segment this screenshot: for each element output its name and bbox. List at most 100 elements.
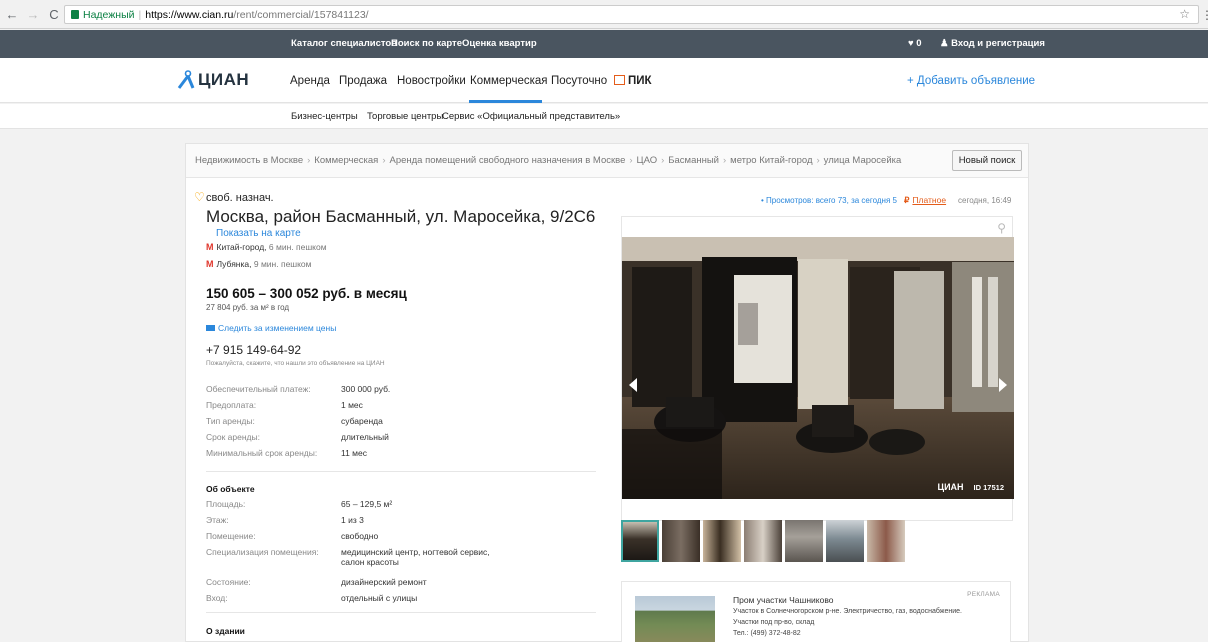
nav-sale[interactable]: Продажа (339, 75, 387, 87)
photo-thumbnail[interactable] (785, 520, 823, 562)
next-photo-arrow-icon[interactable] (999, 378, 1007, 392)
object-key: Площадь: (206, 499, 246, 509)
breadcrumb-item[interactable]: Басманный (668, 155, 719, 166)
show-on-map-link[interactable]: Показать на карте (216, 228, 301, 239)
secure-label: Надежный (83, 8, 135, 21)
breadcrumb-item[interactable]: Аренда помещений свободного назначения в… (389, 155, 625, 166)
login-link[interactable]: ♟ Вход и регистрация (940, 38, 1045, 49)
metro-station: M Китай-город, 6 мин. пешком (206, 242, 327, 252)
terms-value: 11 мес (341, 448, 368, 458)
photo-thumbnails (621, 520, 1013, 565)
publish-time: сегодня, 16:49 (958, 196, 1012, 205)
photo-thumbnail[interactable] (826, 520, 864, 562)
photo-thumbnail[interactable] (744, 520, 782, 562)
object-row: Состояние: дизайнерский ремонт (206, 577, 596, 593)
listing-address: Москва, район Басманный, ул. Маросейка, … (206, 207, 596, 226)
breadcrumb-item[interactable]: метро Китай-город (730, 155, 812, 166)
breadcrumb-chevron-icon: › (661, 155, 665, 166)
new-search-button[interactable]: Новый поиск (952, 150, 1022, 171)
photo-thumbnail[interactable] (621, 520, 659, 562)
cian-logo-icon (177, 70, 195, 89)
ad-title[interactable]: Пром участки Чашниково (733, 595, 834, 605)
subnav-business-centers[interactable]: Бизнес-центры (291, 111, 358, 122)
cian-logo[interactable]: ЦИАН (177, 70, 249, 90)
photo-thumbnail[interactable] (662, 520, 700, 562)
prev-photo-arrow-icon[interactable] (629, 378, 637, 392)
breadcrumb: Недвижимость в Москве › Коммерческая › Аренд… (186, 144, 1028, 178)
photo-gallery: ⚲ ЦИАН ID 17512 (621, 216, 1014, 521)
nav-daily[interactable]: Посуточно (551, 75, 607, 87)
nav-commercial[interactable]: Коммерческая (470, 75, 548, 87)
nav-pik[interactable]: ПИК (614, 75, 652, 87)
metro-walk-time: 9 мин. пешком (253, 259, 312, 269)
advertisement[interactable]: РЕКЛАМА Пром участки Чашниково Участок в… (621, 581, 1011, 642)
terms-key: Обеспечительный платеж: (206, 384, 311, 394)
photo-thumbnail[interactable] (703, 520, 741, 562)
metro-station-name[interactable]: Китай-город, (217, 242, 267, 252)
object-value: 65 – 129,5 м² (341, 499, 393, 509)
breadcrumb-item[interactable]: улица Маросейка (824, 155, 902, 166)
browser-menu-icon[interactable]: ⋮ (1201, 8, 1208, 22)
price-per-m2: 27 804 руб. за м² в год (206, 303, 290, 312)
breadcrumb-item[interactable]: Недвижимость в Москве (195, 155, 303, 166)
nav-new-buildings[interactable]: Новостройки (397, 75, 466, 87)
url-host: https://www.cian.ru (145, 8, 234, 21)
nav-rent[interactable]: Аренда (290, 75, 330, 87)
breadcrumb-chevron-icon: › (629, 155, 633, 166)
paid-badge[interactable]: ₽ Платное (904, 195, 946, 206)
active-tab-indicator (469, 100, 542, 103)
watch-price-link[interactable]: Следить за изменением цены (206, 323, 336, 333)
url-path: /rent/commercial/157841123/ (233, 8, 369, 21)
section-divider (206, 612, 596, 613)
terms-row: Предоплата: 1 мес (206, 400, 596, 416)
salon-photo-image (622, 237, 1014, 499)
watch-price-label: Следить за изменением цены (218, 323, 337, 333)
topbar-link-specialists[interactable]: Каталог специалистов (291, 38, 397, 49)
add-listing-link[interactable]: + Добавить объявление (907, 75, 1035, 87)
subnav-shopping-centers[interactable]: Торговые центры (367, 111, 443, 122)
object-key: Состояние: (206, 577, 251, 587)
metro-walk-time: 6 мин. пешком (268, 242, 327, 252)
ad-tag: РЕКЛАМА (967, 591, 1000, 598)
pik-icon (614, 75, 625, 85)
ad-text: Участок в Солнечногорском р-не. Электрич… (733, 608, 962, 615)
link-icon[interactable]: ⚲ (997, 221, 1006, 235)
phone-note: Пожалуйста, скажите, что нашли это объяв… (206, 360, 385, 367)
terms-value: длительный (341, 432, 389, 442)
login-label: Вход и регистрация (951, 38, 1045, 49)
ad-image (635, 596, 715, 642)
property-type: своб. назнач. (206, 192, 274, 204)
section-divider (206, 471, 596, 472)
terms-row: Обеспечительный платеж: 300 000 руб. (206, 384, 596, 400)
metro-station-name[interactable]: Лубянка, (217, 259, 252, 269)
photo-thumbnail[interactable] (867, 520, 905, 562)
building-section-title: О здании (206, 626, 245, 636)
address-bar[interactable]: Надежный | https://www.cian.ru/rent/comm… (64, 5, 1199, 24)
contact-phone[interactable]: +7 915 149-64-92 (206, 343, 301, 357)
breadcrumb-item[interactable]: Коммерческая (314, 155, 378, 166)
object-value: свободно (341, 531, 379, 541)
topbar-link-valuation[interactable]: Оценка квартир (462, 38, 537, 49)
object-value: отдельный с улицы (341, 593, 418, 603)
main-photo[interactable]: ЦИАН ID 17512 (622, 237, 1014, 499)
subnav-official-rep[interactable]: Сервис «Официальный представитель» (442, 111, 620, 122)
logo-text: ЦИАН (198, 70, 250, 89)
bookmark-star-icon[interactable]: ☆ (1179, 7, 1190, 21)
envelope-icon (206, 325, 215, 331)
listing-price: 150 605 – 300 052 руб. в месяц (206, 286, 407, 301)
breadcrumb-chevron-icon: › (816, 155, 820, 166)
back-icon[interactable]: ← (3, 5, 21, 23)
forward-icon[interactable]: → (24, 5, 42, 23)
favorite-heart-icon[interactable]: ♡ (194, 191, 205, 203)
top-bar: Каталог специалистов Поиск по карте Оцен… (0, 30, 1208, 58)
breadcrumb-chevron-icon: › (382, 155, 386, 166)
photo-id: ID 17512 (973, 483, 1004, 492)
listing-card: Недвижимость в Москве › Коммерческая › Аренд… (185, 143, 1029, 642)
favorites-link[interactable]: ♥ 0 (908, 38, 922, 49)
object-value: медицинский центр, ногтевой сервис, сало… (341, 547, 490, 567)
reload-icon[interactable]: C (45, 5, 63, 23)
breadcrumb-item[interactable]: ЦАО (637, 155, 658, 166)
main-navigation: ЦИАН Аренда Продажа Новостройки Коммерче… (0, 58, 1208, 103)
views-counter[interactable]: • Просмотров: всего 73, за сегодня 5 (761, 196, 897, 205)
topbar-link-map-search[interactable]: Поиск по карте (391, 38, 462, 49)
